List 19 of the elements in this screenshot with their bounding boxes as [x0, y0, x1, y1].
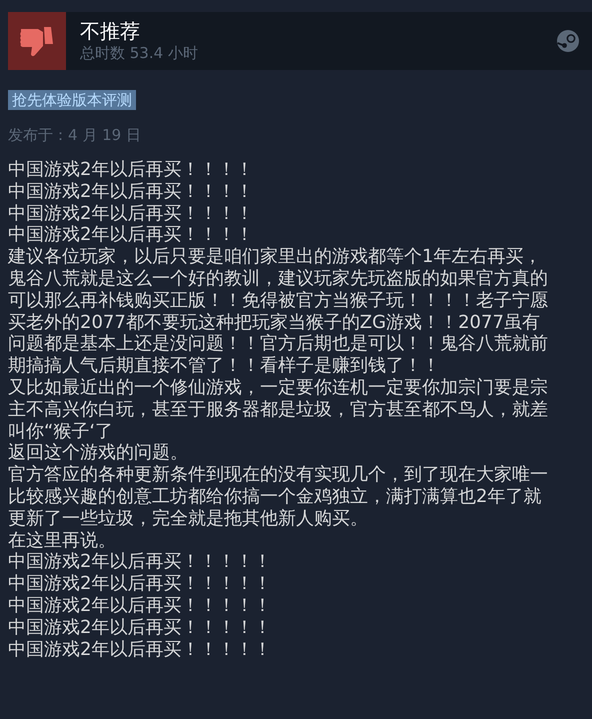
review-paragraph: 在这里再说。 — [8, 530, 117, 552]
hours-played: 总时数 53.4 小时 — [80, 43, 199, 63]
steam-logo-icon — [556, 29, 580, 53]
review-paragraph: 中国游戏2年以后再买！！！！！ — [8, 551, 272, 574]
review-paragraph: 中国游戏2年以后再买！！！！ — [8, 180, 254, 203]
review-paragraph: 中国游戏2年以后再买！！！！！ — [8, 573, 272, 595]
review-paragraph: 中国游戏2年以后再买！！！！ — [8, 224, 254, 246]
review-paragraph: 建议各位玩家，以后只要是咱们家里出的游戏都等个1年左右再买， 鬼谷八荒就是这么一个好的教训，建议玩家先玩盗版的如果官方真的 可以那么再补钱购买正版！！免得被官方当猴子玩！！！！老子宁愿 买老外的2077都不要玩这种把玩家当猴子的ZG游戏！！2077虽有 问题都是基本上还是没问题！！官方后期也是可以！！鬼谷八荒就前 期搞搞人气后期直接不管了！！看样子是赚到钱了！！ — [8, 246, 549, 377]
review-paragraph: 返回这个游戏的问题。 — [8, 442, 189, 464]
review-paragraph: 官方答应的各种更新条件到现在的没有实现几个，到了现在大家唯一 比较感兴趣的创意工坊都给你搞一个金鸡独立，满打满算也2年了就 更新了一些垃圾，完全就是拖其他新人购买。 — [8, 464, 549, 530]
review-paragraph: 中国游戏2年以后再买！！！！！ — [8, 594, 272, 617]
review-paragraph: 又比如最近出的一个修仙游戏，一定要你连机一定要你加宗门要是宗 主不高兴你白玩，甚至于服务器都是垃圾，官方甚至都不鸟人，就差 叫你“猴子‘了 — [8, 376, 549, 442]
review-paragraph: 中国游戏2年以后再买！！！！！ — [8, 638, 272, 660]
review-verdict: 不推荐 — [80, 19, 141, 43]
review-paragraph: 中国游戏2年以后再买！！！！ — [8, 159, 254, 181]
review-paragraph: 中国游戏2年以后再买！！！！ — [8, 202, 254, 224]
review-paragraph: 中国游戏2年以后再买！！！！！ — [8, 616, 272, 639]
early-access-badge: 抢先体验版本评测 — [8, 90, 136, 110]
posted-date: 发布于：4 月 19 日 — [8, 125, 142, 145]
